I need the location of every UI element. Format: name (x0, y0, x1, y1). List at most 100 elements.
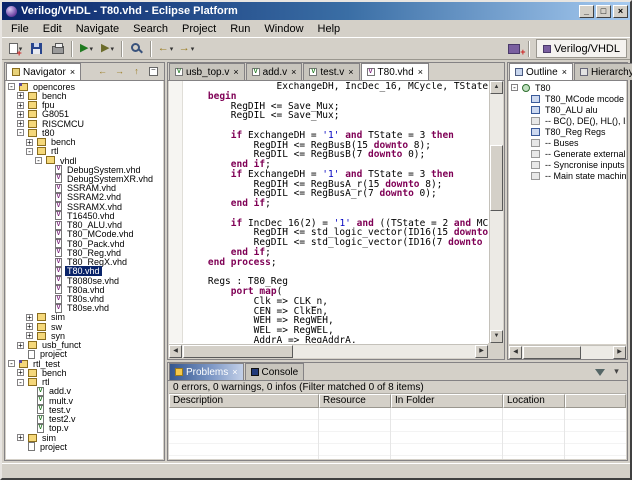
close-tab-icon[interactable]: × (70, 68, 75, 77)
tree-item-t80-vhd[interactable]: VT80.vhd (6, 267, 163, 276)
maximize-button[interactable]: □ (596, 5, 611, 18)
tree-item-opencores[interactable]: -opencores (6, 82, 163, 91)
horizontal-scrollbar-thumb[interactable] (183, 345, 293, 358)
tree-item-t80-reg-regs[interactable]: T80_Reg Regs (509, 126, 626, 137)
close-tab-icon[interactable]: × (348, 68, 353, 77)
tree-item-ssram2-vhd[interactable]: VSSRAM2.vhd (6, 193, 163, 202)
outline-tab-hierarchy[interactable]: Hierarchy (574, 63, 632, 80)
collapse-toggle-icon[interactable]: - (26, 148, 33, 155)
back-button[interactable]: ←▾ (156, 39, 175, 58)
tree-item-t80-pack-vhd[interactable]: VT80_Pack.vhd (6, 239, 163, 248)
view-menu-button[interactable]: ▾ (609, 364, 624, 379)
tree-item-project[interactable]: project (6, 350, 163, 359)
problems-tab-problems[interactable]: Problems× (169, 363, 244, 380)
tree-item-top-v[interactable]: Vtop.v (6, 424, 163, 433)
tree-item-usb-funct[interactable]: +usb_funct (6, 341, 163, 350)
collapse-toggle-icon[interactable]: - (17, 379, 24, 386)
expand-toggle-icon[interactable]: + (17, 102, 24, 109)
menu-window[interactable]: Window (257, 21, 310, 37)
menu-run[interactable]: Run (223, 21, 257, 37)
dropdown-arrow-icon[interactable]: ▾ (191, 45, 195, 53)
horizontal-scrollbar-thumb[interactable] (523, 346, 581, 359)
tree-item-test-v[interactable]: Vtest.v (6, 405, 163, 414)
close-button[interactable]: × (613, 5, 628, 18)
tree-item-syncronise-inputs[interactable]: -- Syncronise inputs (509, 159, 626, 170)
tree-item-riscmcu[interactable]: +RISCMCU (6, 119, 163, 128)
code-area[interactable]: ExchangeDH, IncDec_16, MCycle, TState, W… (185, 82, 488, 343)
close-tab-icon[interactable]: × (232, 368, 237, 377)
tree-item-sim[interactable]: +sim (6, 313, 163, 322)
tree-item-t80-alu-vhd[interactable]: VT80_ALU.vhd (6, 221, 163, 230)
run-button[interactable]: ▶▾ (77, 39, 96, 58)
column-header-location[interactable]: Location (503, 394, 565, 408)
outline-tab-outline[interactable]: Outline× (509, 63, 573, 80)
forward-button[interactable]: →▾ (177, 39, 196, 58)
tree-item-bench[interactable]: +bench (6, 368, 163, 377)
tree-item-bench[interactable]: +bench (6, 91, 163, 100)
editor-tab-t80-vhd[interactable]: VT80.vhd× (361, 63, 429, 80)
tree-item-sim[interactable]: +sim (6, 433, 163, 442)
tree-item-t80a-vhd[interactable]: VT80a.vhd (6, 285, 163, 294)
dropdown-arrow-icon[interactable]: ▾ (170, 45, 174, 53)
expand-toggle-icon[interactable]: + (17, 434, 24, 441)
editor-tab-test-v[interactable]: Vtest.v× (303, 63, 359, 80)
menu-file[interactable]: File (4, 21, 36, 37)
close-tab-icon[interactable]: × (291, 68, 296, 77)
tree-item-sw[interactable]: +sw (6, 322, 163, 331)
collapse-toggle-icon[interactable]: - (511, 84, 518, 91)
save-button[interactable] (27, 39, 46, 58)
filter-button[interactable] (592, 364, 607, 379)
tree-item-main-state-machine[interactable]: -- Main state machine (509, 170, 626, 181)
tree-item-rtl[interactable]: -rtl (6, 378, 163, 387)
expand-toggle-icon[interactable]: + (17, 120, 24, 127)
expand-toggle-icon[interactable]: + (17, 369, 24, 376)
search-button[interactable] (127, 39, 146, 58)
scroll-left-icon[interactable]: ◀ (509, 346, 522, 359)
collapse-toggle-icon[interactable]: - (8, 83, 15, 90)
tree-item-g8051[interactable]: +G8051 (6, 110, 163, 119)
tree-item-bench[interactable]: +bench (6, 137, 163, 146)
tree-item-buses[interactable]: -- Buses (509, 137, 626, 148)
menu-search[interactable]: Search (126, 21, 175, 37)
collapse-toggle-icon[interactable]: - (8, 360, 15, 367)
scroll-right-icon[interactable]: ▶ (613, 346, 626, 359)
close-tab-icon[interactable]: × (562, 68, 567, 77)
dropdown-arrow-icon[interactable]: ▾ (89, 45, 93, 53)
tree-item-mult-v[interactable]: Vmult.v (6, 396, 163, 405)
tree-item-vhdl[interactable]: -vhdl (6, 156, 163, 165)
menu-navigate[interactable]: Navigate (69, 21, 126, 37)
dropdown-arrow-icon[interactable]: ▾ (110, 45, 114, 53)
navigator-tab-navigator[interactable]: Navigator× (6, 63, 81, 80)
tree-item-add-v[interactable]: Vadd.v (6, 387, 163, 396)
tree-item-t80-mcode-mcode[interactable]: T80_MCode mcode (509, 93, 626, 104)
back-button[interactable]: ← (95, 64, 110, 79)
collapse-toggle-icon[interactable]: - (17, 129, 24, 136)
menu-edit[interactable]: Edit (36, 21, 69, 37)
tree-item-t80s-vhd[interactable]: VT80s.vhd (6, 294, 163, 303)
editor-tab-usb-top-v[interactable]: Vusb_top.v× (169, 63, 245, 80)
tree-item-t8080se-vhd[interactable]: VT8080se.vhd (6, 276, 163, 285)
expand-toggle-icon[interactable]: + (17, 111, 24, 118)
tree-item-t16450-vhd[interactable]: VT16450.vhd (6, 211, 163, 220)
collapse-toggle-icon[interactable]: - (35, 157, 42, 164)
tree-item-t80-regx-vhd[interactable]: VT80_RegX.vhd (6, 257, 163, 266)
tree-item-t80[interactable]: -T80 (509, 82, 626, 93)
scroll-right-icon[interactable]: ▶ (475, 345, 488, 358)
tree-item-t80-reg-vhd[interactable]: VT80_Reg.vhd (6, 248, 163, 257)
scroll-down-icon[interactable]: ▼ (490, 330, 503, 343)
tree-item-rtl[interactable]: -rtl (6, 147, 163, 156)
tree-item-debugsystem-vhd[interactable]: VDebugSystem.vhd (6, 165, 163, 174)
column-header-in-folder[interactable]: In Folder (391, 394, 503, 408)
tree-item-t80[interactable]: -t80 (6, 128, 163, 137)
new-wizard-button[interactable]: ▾ (6, 39, 25, 58)
column-header-resource[interactable]: Resource (319, 394, 391, 408)
up-button[interactable]: ↑ (129, 64, 144, 79)
minimize-button[interactable]: _ (579, 5, 594, 18)
menu-project[interactable]: Project (175, 21, 223, 37)
tree-item-fpu[interactable]: +fpu (6, 100, 163, 109)
expand-toggle-icon[interactable]: + (26, 139, 33, 146)
expand-toggle-icon[interactable]: + (17, 342, 24, 349)
expand-toggle-icon[interactable]: + (26, 323, 33, 330)
close-tab-icon[interactable]: × (418, 68, 423, 77)
expand-toggle-icon[interactable]: + (26, 332, 33, 339)
